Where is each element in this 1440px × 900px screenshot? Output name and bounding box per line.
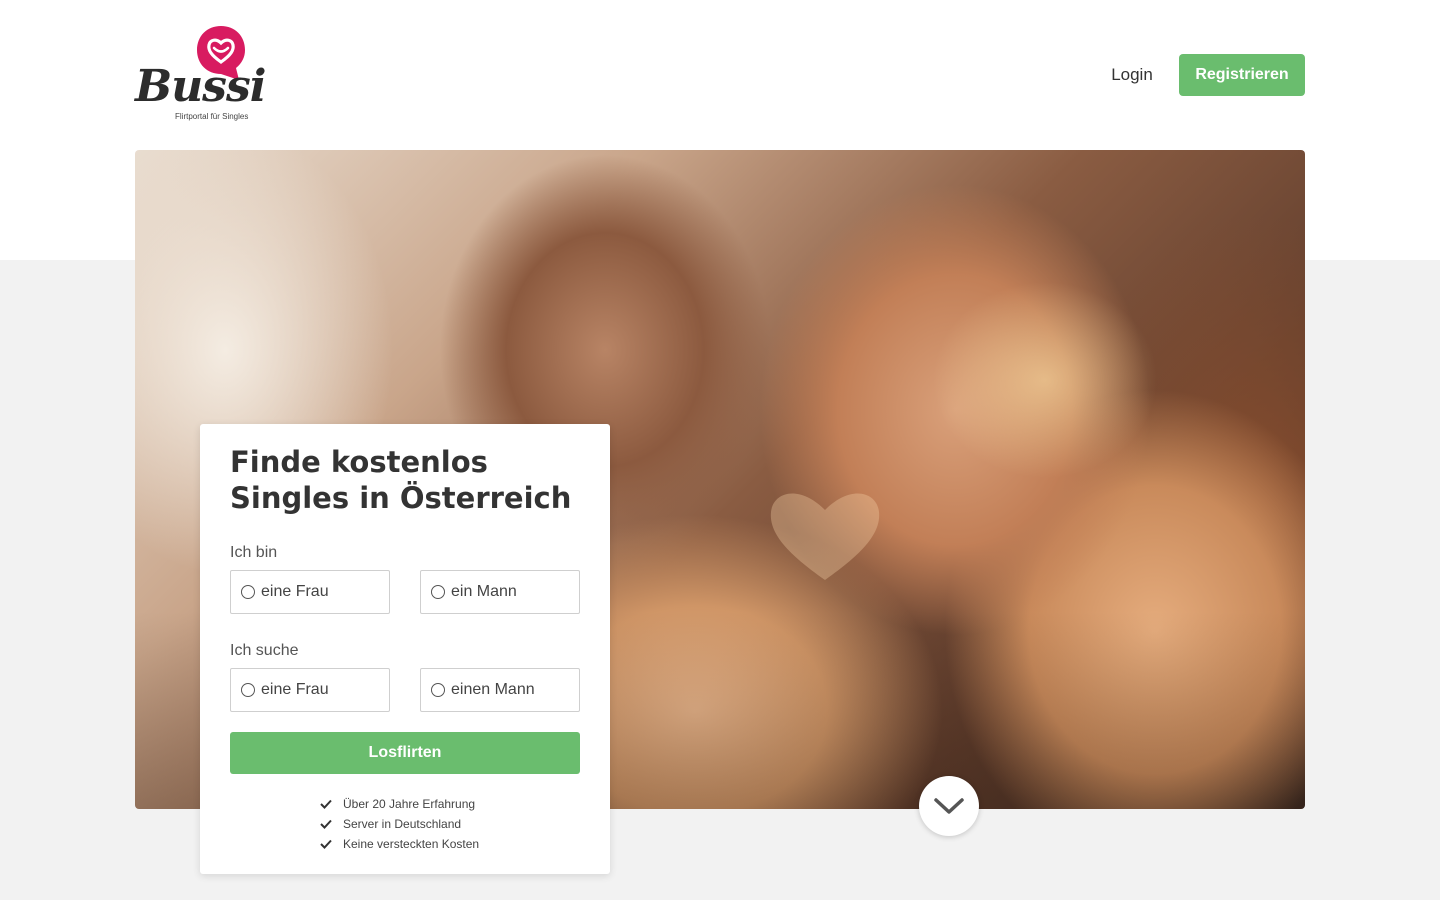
register-button[interactable]: Registrieren — [1179, 54, 1305, 96]
benefit-text: Über 20 Jahre Erfahrung — [343, 797, 476, 811]
i-am-woman-option[interactable]: eine Frau — [230, 570, 390, 614]
checkmark-icon — [320, 799, 332, 809]
logo-tagline: Flirtportal für Singles — [175, 112, 249, 121]
radio-icon[interactable] — [431, 585, 445, 599]
scroll-down-button[interactable] — [919, 776, 979, 836]
signup-card: Finde kostenlos Singles in Österreich Ic… — [200, 424, 610, 874]
benefit-item: Keine versteckten Kosten — [320, 834, 479, 854]
checkmark-icon — [320, 819, 332, 829]
submit-button[interactable]: Losflirten — [230, 732, 580, 774]
seeking-woman-option[interactable]: eine Frau — [230, 668, 390, 712]
benefits-list: Über 20 Jahre Erfahrung Server in Deutsc… — [320, 794, 479, 854]
option-label: ein Mann — [451, 583, 517, 600]
option-label: eine Frau — [261, 583, 329, 600]
seeking-man-option[interactable]: einen Mann — [420, 668, 580, 712]
checkmark-icon — [320, 839, 332, 849]
site-logo[interactable]: Bussi Flirtportal für Singles — [135, 24, 270, 124]
option-label: einen Mann — [451, 681, 535, 698]
benefit-item: Über 20 Jahre Erfahrung — [320, 794, 479, 814]
i-am-label: Ich bin — [230, 544, 278, 561]
logo-wordmark: Bussi — [135, 61, 266, 112]
radio-icon[interactable] — [241, 683, 255, 697]
benefit-item: Server in Deutschland — [320, 814, 479, 834]
seeking-label: Ich suche — [230, 642, 299, 659]
benefit-text: Keine versteckten Kosten — [343, 837, 480, 851]
login-link[interactable]: Login — [1100, 54, 1164, 96]
option-label: eine Frau — [261, 681, 329, 698]
signup-title: Finde kostenlos Singles in Österreich — [230, 445, 572, 515]
benefit-text: Server in Deutschland — [343, 817, 462, 831]
i-am-man-option[interactable]: ein Mann — [420, 570, 580, 614]
radio-icon[interactable] — [431, 683, 445, 697]
chevron-down-icon — [934, 798, 964, 814]
radio-icon[interactable] — [241, 585, 255, 599]
